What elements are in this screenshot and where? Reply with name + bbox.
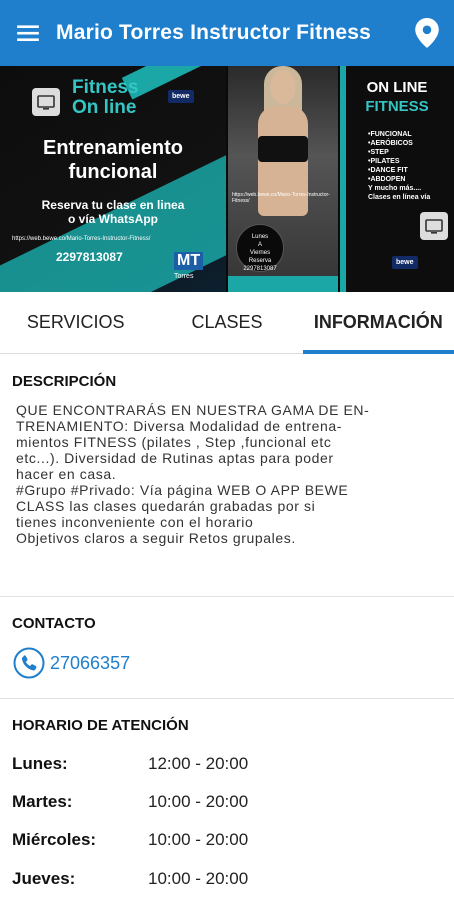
promo-banner: Fitness On line bewe Entrenamiento funci…	[0, 66, 454, 292]
schedule-day: Martes:	[12, 792, 73, 811]
tab-clases[interactable]: CLASES	[151, 292, 302, 353]
contact-phone[interactable]: 27066357	[12, 646, 130, 680]
bewe-logo: bewe	[168, 90, 194, 103]
phone-icon[interactable]	[12, 646, 46, 680]
bewe-logo: bewe	[392, 256, 418, 269]
description-title: DESCRIPCIÓN	[12, 373, 117, 390]
banner-reserva: Reserva tu clase en linea o vía WhatsApp	[41, 198, 185, 226]
schedule-title: HORARIO DE ATENCIÓN	[12, 717, 189, 734]
banner-headline: Entrenamiento funcional	[42, 137, 184, 183]
tv-icon	[32, 88, 60, 116]
schedule-day: Lunes:	[12, 754, 68, 773]
tab-servicios[interactable]: SERVICIOS	[0, 292, 151, 353]
banner-url: https://web.bewe.co/Mario-Torres-Instruc…	[12, 236, 151, 242]
location-pin-icon[interactable]	[400, 0, 454, 66]
schedule-hours: 10:00 - 20:00	[148, 869, 249, 888]
schedule-row: Martes: 10:00 - 20:00	[12, 792, 442, 812]
banner-panel-photo: https://web.bewe.co/Mario-Torres-Instruc…	[228, 66, 338, 292]
phone-number[interactable]: 27066357	[50, 653, 130, 674]
tab-bar: SERVICIOS CLASES INFORMACIÓN	[0, 292, 454, 354]
schedule-hours: 10:00 - 20:00	[148, 830, 249, 849]
schedule-row: Jueves: 10:00 - 20:00	[12, 869, 442, 889]
divider	[0, 596, 454, 597]
banner-online: ON LINE	[366, 79, 428, 96]
banner-phone: 2297813087	[56, 250, 123, 264]
tab-informacion[interactable]: INFORMACIÓN	[302, 292, 454, 354]
schedule-day: Jueves:	[12, 869, 76, 888]
app-title: Mario Torres Instructor Fitness	[56, 21, 372, 44]
divider	[0, 698, 454, 699]
banner-fitness-online: Fitness On line	[72, 77, 139, 118]
schedule-day: Miércoles:	[12, 830, 97, 849]
banner-panel-funcional: Fitness On line bewe Entrenamiento funci…	[0, 66, 226, 292]
schedule-hours: 12:00 - 20:00	[148, 754, 249, 773]
mt-logo: MT	[174, 252, 204, 270]
app-bar: Mario Torres Instructor Fitness	[0, 0, 454, 66]
schedule-hours: 10:00 - 20:00	[148, 792, 249, 811]
schedule-row: Lunes: 12:00 - 20:00	[12, 754, 442, 774]
menu-icon[interactable]	[0, 0, 56, 66]
banner-class-list: •FUNCIONAL •AERÓBICOS •STEP •PILATES •DA…	[368, 131, 431, 201]
banner-photo-url: https://web.bewe.co/Mario-Torres-Instruc…	[232, 192, 330, 204]
description-text: QUE ENCONTRARÁS EN NUESTRA GAMA DE EN- T…	[16, 402, 370, 546]
banner-panel-online: ON LINE FITNESS •FUNCIONAL •AERÓBICOS •S…	[340, 66, 454, 292]
banner-fitness: FITNESS	[365, 98, 429, 115]
schedule-row: Miércoles: 10:00 - 20:00	[12, 830, 442, 850]
mt-logo-subtitle: Torres	[174, 273, 194, 280]
contact-title: CONTACTO	[12, 615, 96, 632]
banner-schedule-circle: Lunes A Viernes Reserva 2297813087	[236, 224, 284, 272]
tv-icon	[420, 212, 448, 240]
